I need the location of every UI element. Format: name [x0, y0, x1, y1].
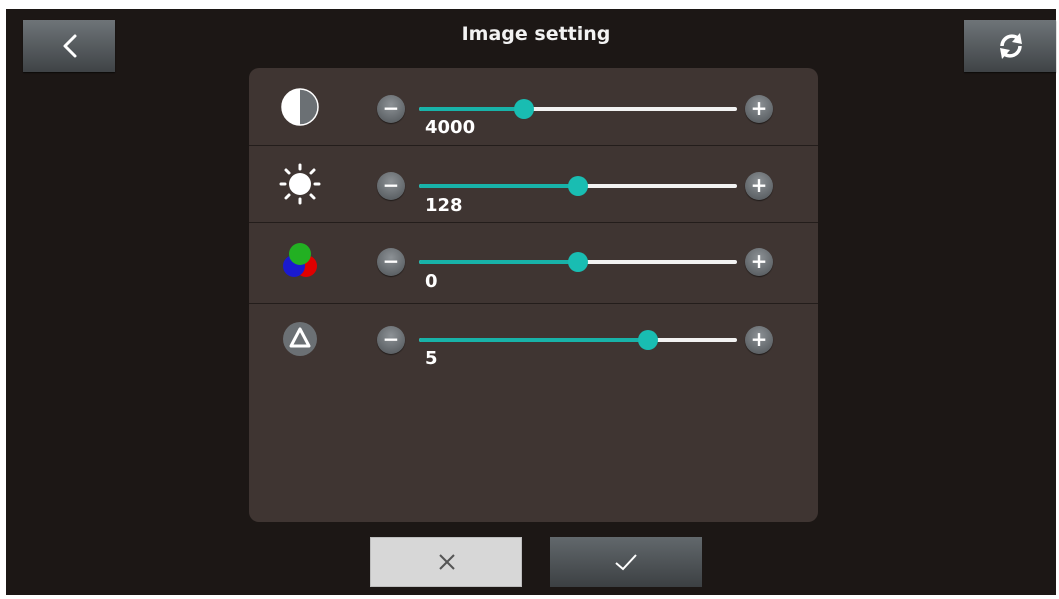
plus-icon: + [750, 173, 768, 197]
contrast-slider-fill [419, 107, 524, 111]
refresh-icon [1000, 33, 1022, 59]
back-button[interactable] [23, 20, 115, 72]
sharpness-slider-fill [419, 338, 648, 342]
contrast-increase-button[interactable]: + [745, 95, 773, 123]
color-value: 0 [425, 271, 438, 292]
row-divider [249, 145, 818, 146]
checkmark-icon [615, 554, 637, 571]
reset-button[interactable] [964, 20, 1056, 72]
sharpness-value: 5 [425, 348, 438, 369]
contrast-icon [281, 88, 319, 126]
plus-icon: + [750, 249, 768, 273]
brightness-decrease-button[interactable]: − [377, 172, 405, 200]
contrast-value: 4000 [425, 117, 476, 138]
screen: Image setting − + 4000 − + 128 − + 0 − +… [6, 9, 1056, 595]
close-icon [439, 554, 455, 570]
minus-icon: − [382, 173, 400, 197]
confirm-button[interactable] [550, 537, 702, 587]
minus-icon: − [382, 96, 400, 120]
contrast-slider-thumb[interactable] [513, 99, 534, 119]
settings-panel: − + 4000 − + 128 − + 0 − + 5 [249, 68, 818, 522]
sharpness-slider[interactable] [419, 330, 737, 350]
color-increase-button[interactable]: + [745, 248, 773, 276]
color-decrease-button[interactable]: − [377, 248, 405, 276]
chevron-left-icon [63, 34, 77, 58]
plus-icon: + [750, 327, 768, 351]
row-divider [249, 303, 818, 304]
sharpness-decrease-button[interactable]: − [377, 326, 405, 354]
sharpness-icon [283, 322, 317, 356]
brightness-increase-button[interactable]: + [745, 172, 773, 200]
rgb-color-icon [283, 243, 317, 277]
minus-icon: − [382, 327, 400, 351]
color-slider-fill [419, 260, 578, 264]
row-divider [249, 222, 818, 223]
brightness-slider-thumb[interactable] [568, 176, 588, 196]
brightness-icon [279, 163, 321, 205]
sharpness-increase-button[interactable]: + [745, 326, 773, 354]
color-slider[interactable] [419, 252, 737, 272]
cancel-button[interactable] [370, 537, 522, 587]
brightness-slider[interactable] [419, 176, 737, 196]
color-slider-thumb[interactable] [568, 252, 588, 272]
brightness-value: 128 [425, 195, 463, 216]
brightness-slider-fill [419, 184, 578, 188]
contrast-slider[interactable] [419, 99, 737, 119]
minus-icon: − [382, 249, 400, 273]
page-title: Image setting [461, 23, 611, 45]
contrast-decrease-button[interactable]: − [377, 95, 405, 123]
sharpness-slider-thumb[interactable] [637, 330, 658, 350]
plus-icon: + [750, 96, 768, 120]
